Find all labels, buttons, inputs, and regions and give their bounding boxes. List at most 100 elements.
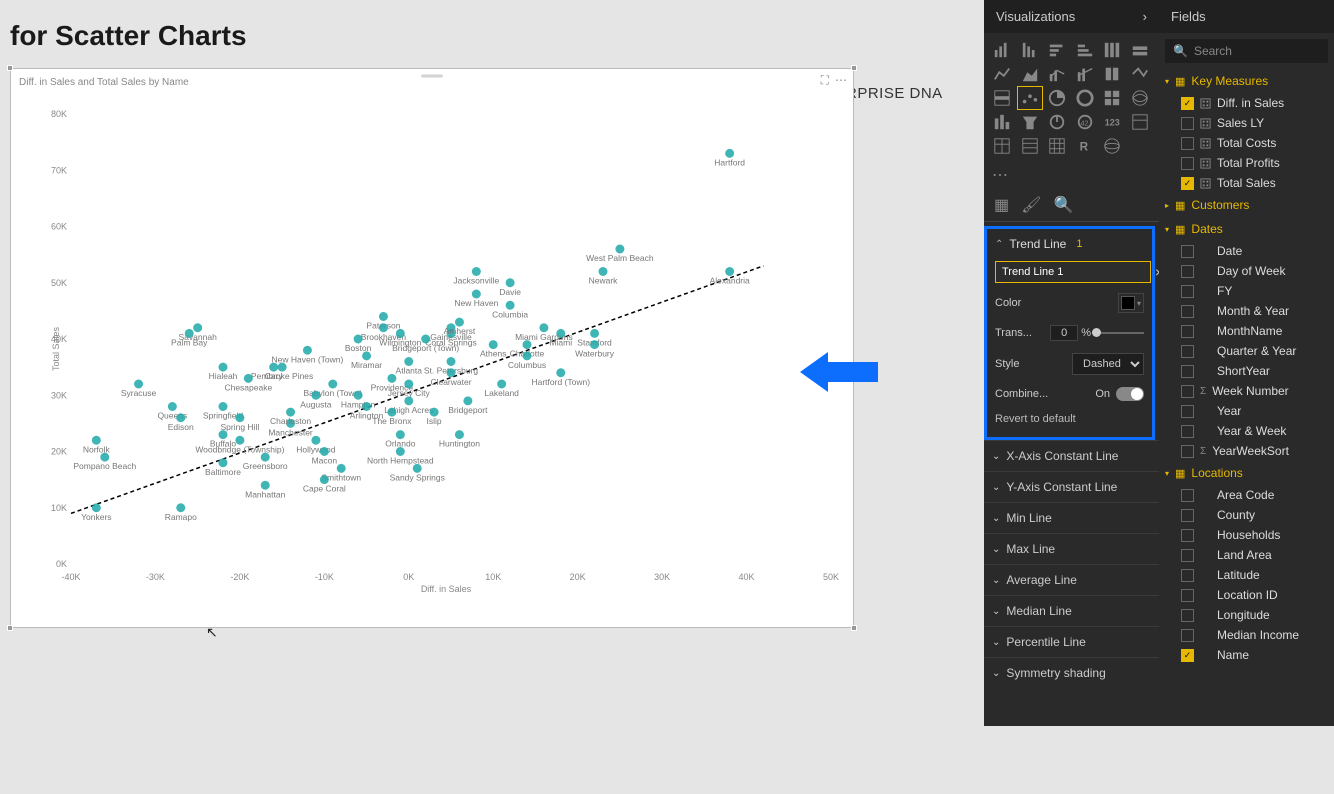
viz-type-icon[interactable] (990, 135, 1014, 157)
field-week-number[interactable]: ΣWeek Number (1159, 381, 1334, 401)
viz-type-icon[interactable] (1045, 63, 1069, 85)
field-checkbox[interactable] (1181, 549, 1194, 562)
field-checkbox[interactable]: ✓ (1181, 97, 1194, 110)
field-monthname[interactable]: MonthName (1159, 321, 1334, 341)
viz-type-icon[interactable] (1018, 39, 1042, 61)
fields-header[interactable]: Fields › (1159, 0, 1334, 33)
viz-type-icon[interactable] (1100, 39, 1124, 61)
viz-type-icon[interactable] (1128, 111, 1152, 133)
field-table-dates[interactable]: ▾▦Dates (1159, 217, 1334, 241)
viz-type-icon[interactable]: R (1073, 135, 1097, 157)
viz-type-icon[interactable] (1018, 87, 1042, 109)
viz-type-icon[interactable] (990, 111, 1014, 133)
chevron-right-icon[interactable]: › (1143, 9, 1147, 24)
more-options-icon[interactable]: ⋯ (835, 73, 847, 88)
field-checkbox[interactable] (1181, 609, 1194, 622)
viz-type-icon[interactable] (990, 87, 1014, 109)
field-checkbox[interactable]: ✓ (1181, 177, 1194, 190)
field-year[interactable]: Year (1159, 401, 1334, 421)
field-checkbox[interactable] (1181, 285, 1194, 298)
field-checkbox[interactable] (1181, 157, 1194, 170)
viz-type-icon[interactable] (1128, 39, 1152, 61)
field-checkbox[interactable] (1181, 405, 1194, 418)
analytics-section-x-axis-constant-line[interactable]: ⌄X-Axis Constant Line (984, 440, 1159, 471)
analytics-section-y-axis-constant-line[interactable]: ⌄Y-Axis Constant Line (984, 471, 1159, 502)
drag-grip-icon[interactable]: ═══ (421, 71, 442, 82)
analytics-section-symmetry-shading[interactable]: ⌄Symmetry shading (984, 657, 1159, 688)
viz-type-icon[interactable] (1045, 111, 1069, 133)
field-checkbox[interactable] (1181, 529, 1194, 542)
field-sales-ly[interactable]: Sales LY (1159, 113, 1334, 133)
viz-type-icon[interactable] (1073, 87, 1097, 109)
trend-line-header[interactable]: ⌃ Trend Line 1 (987, 231, 1152, 257)
field-checkbox[interactable] (1181, 569, 1194, 582)
field-checkbox[interactable] (1181, 445, 1194, 458)
viz-type-icon[interactable] (1018, 63, 1042, 85)
trend-line-name-input[interactable] (995, 261, 1151, 283)
field-checkbox[interactable] (1181, 489, 1194, 502)
field-shortyear[interactable]: ShortYear (1159, 361, 1334, 381)
transparency-input[interactable] (1050, 325, 1078, 341)
field-quarter-year[interactable]: Quarter & Year (1159, 341, 1334, 361)
format-tab-icon[interactable]: 🖌 (1021, 195, 1041, 215)
viz-type-icon[interactable]: 42 (1073, 111, 1097, 133)
field-longitude[interactable]: Longitude (1159, 605, 1334, 625)
field-fy[interactable]: FY (1159, 281, 1334, 301)
field-day-of-week[interactable]: Day of Week (1159, 261, 1334, 281)
field-checkbox[interactable] (1181, 117, 1194, 130)
field-checkbox[interactable] (1181, 325, 1194, 338)
resize-handle[interactable] (7, 65, 13, 71)
field-checkbox[interactable] (1181, 365, 1194, 378)
analytics-section-median-line[interactable]: ⌄Median Line (984, 595, 1159, 626)
transparency-slider[interactable] (1096, 332, 1144, 334)
field-checkbox[interactable] (1181, 265, 1194, 278)
analytics-section-average-line[interactable]: ⌄Average Line (984, 564, 1159, 595)
viz-type-icon[interactable] (1045, 135, 1069, 157)
viz-type-icon[interactable] (1073, 39, 1097, 61)
analytics-section-percentile-line[interactable]: ⌄Percentile Line (984, 626, 1159, 657)
resize-handle[interactable] (7, 625, 13, 631)
field-name[interactable]: ✓Name (1159, 645, 1334, 665)
field-yearweeksort[interactable]: ΣYearWeekSort (1159, 441, 1334, 461)
field-table-key-measures[interactable]: ▾▦Key Measures (1159, 69, 1334, 93)
viz-type-icon[interactable] (1128, 87, 1152, 109)
resize-handle[interactable] (851, 65, 857, 71)
field-checkbox[interactable] (1181, 629, 1194, 642)
field-total-costs[interactable]: Total Costs (1159, 133, 1334, 153)
field-area-code[interactable]: Area Code (1159, 485, 1334, 505)
field-diff-in-sales[interactable]: ✓Diff. in Sales (1159, 93, 1334, 113)
viz-type-icon[interactable] (1100, 63, 1124, 85)
viz-type-icon[interactable] (1045, 87, 1069, 109)
field-date[interactable]: Date (1159, 241, 1334, 261)
viz-type-icon[interactable] (990, 63, 1014, 85)
field-table-customers[interactable]: ▸▦Customers (1159, 193, 1334, 217)
viz-type-icon[interactable] (1073, 63, 1097, 85)
field-total-profits[interactable]: Total Profits (1159, 153, 1334, 173)
visualizations-header[interactable]: Visualizations › (984, 0, 1159, 33)
focus-mode-icon[interactable]: ⛶ (821, 73, 829, 88)
viz-type-icon[interactable] (1128, 63, 1152, 85)
viz-type-icon[interactable] (1100, 135, 1124, 157)
resize-handle[interactable] (851, 625, 857, 631)
field-checkbox[interactable]: ✓ (1181, 649, 1194, 662)
scatter-chart-visual[interactable]: ═══ ⛶ ⋯ Diff. in Sales and Total Sales b… (10, 68, 854, 628)
field-latitude[interactable]: Latitude (1159, 565, 1334, 585)
more-visuals-icon[interactable]: ⋯ (984, 163, 1159, 187)
field-checkbox[interactable] (1181, 345, 1194, 358)
viz-type-icon[interactable] (1018, 135, 1042, 157)
field-checkbox[interactable] (1181, 137, 1194, 150)
field-checkbox[interactable] (1181, 245, 1194, 258)
viz-type-icon[interactable]: 123 (1100, 111, 1124, 133)
analytics-section-max-line[interactable]: ⌄Max Line (984, 533, 1159, 564)
field-location-id[interactable]: Location ID (1159, 585, 1334, 605)
viz-type-icon[interactable] (1045, 39, 1069, 61)
field-county[interactable]: County (1159, 505, 1334, 525)
analytics-section-min-line[interactable]: ⌄Min Line (984, 502, 1159, 533)
field-checkbox[interactable] (1181, 509, 1194, 522)
analytics-tab-icon[interactable]: 🔍 (1053, 195, 1073, 215)
field-checkbox[interactable] (1181, 385, 1194, 398)
field-median-income[interactable]: Median Income (1159, 625, 1334, 645)
field-checkbox[interactable] (1181, 589, 1194, 602)
style-select[interactable]: Dashed (1072, 353, 1144, 375)
fields-search[interactable]: 🔍 Search (1165, 39, 1328, 63)
